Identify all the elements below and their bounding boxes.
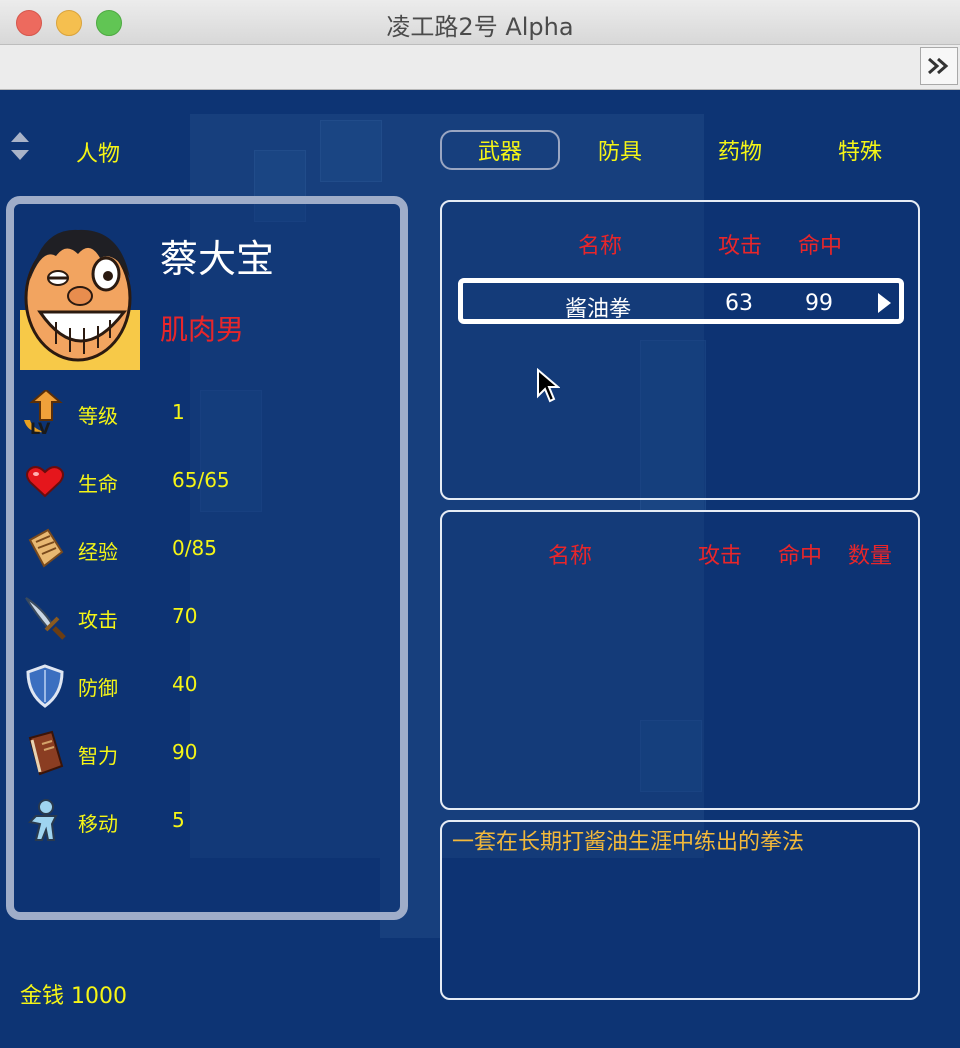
money-display: 金钱 1000: [20, 984, 127, 1009]
stat-defense: 防御 40: [20, 660, 380, 712]
tab-person[interactable]: 人物: [76, 136, 120, 168]
level-up-icon: LV: [24, 390, 63, 436]
stat-value: 65/65: [172, 468, 230, 492]
map-tile: [320, 120, 382, 182]
sort-arrows-icon[interactable]: [10, 130, 30, 162]
weapon-name: 酱油拳: [565, 297, 632, 322]
shield-icon: [26, 664, 64, 708]
description-panel: 一套在长期打酱油生涯中练出的拳法: [440, 820, 920, 1000]
arrow-right-icon[interactable]: [878, 293, 891, 313]
tab-medicine[interactable]: 药物: [680, 130, 800, 170]
column-header-name: 名称: [548, 544, 593, 569]
tab-weapons[interactable]: 武器: [440, 130, 560, 170]
column-header-name: 名称: [578, 234, 623, 259]
game-canvas: 人物 武器 防具 药物 特殊 蔡大宝 肌肉男 LV 等级 1 生命 65/65 …: [0, 90, 960, 1048]
stat-value: 70: [172, 604, 198, 628]
stat-value: 1: [172, 400, 185, 424]
toolbar-overflow-button[interactable]: [920, 47, 958, 85]
sword-icon: [25, 597, 66, 640]
weapon-hit: 99: [805, 291, 833, 316]
stat-value: 90: [172, 740, 198, 764]
walking-person-icon: [27, 799, 58, 841]
character-class: 肌肉男: [160, 313, 245, 346]
stat-intelligence: 智力 90: [20, 728, 380, 780]
column-header-attack: 攻击: [718, 234, 763, 259]
stat-label: 经验: [78, 540, 118, 564]
stat-hp: 生命 65/65: [20, 456, 380, 508]
heart-icon: [26, 466, 64, 498]
character-portrait: [20, 229, 140, 370]
column-header-count: 数量: [848, 544, 893, 569]
stat-label: 智力: [78, 744, 118, 768]
svg-text:LV: LV: [30, 419, 51, 436]
equipped-weapon-row[interactable]: 酱油拳 63 99: [458, 278, 904, 324]
stat-exp: 经验 0/85: [20, 524, 380, 576]
column-header-attack: 攻击: [698, 544, 743, 569]
stat-attack: 攻击 70: [20, 592, 380, 644]
item-description: 一套在长期打酱油生涯中练出的拳法: [452, 830, 805, 855]
stat-value: 0/85: [172, 536, 217, 560]
window-title: 凌工路2号 Alpha: [386, 13, 574, 41]
stat-label: 生命: [78, 472, 118, 496]
inventory-panel: 名称 攻击 命中 数量: [440, 510, 920, 810]
stat-level: LV 等级 1: [20, 388, 380, 440]
stat-label: 防御: [78, 676, 118, 700]
title-bar: 凌工路2号 Alpha: [0, 0, 960, 45]
book-icon: [28, 730, 64, 776]
weapon-attack: 63: [725, 291, 753, 316]
toolbar: [0, 45, 960, 90]
column-header-hit: 命中: [798, 234, 843, 259]
stat-value: 5: [172, 808, 185, 832]
stat-label: 移动: [78, 812, 118, 836]
scroll-icon: [28, 528, 64, 568]
stat-value: 40: [172, 672, 198, 696]
equipped-weapon-panel: 名称 攻击 命中 酱油拳 63 99: [440, 200, 920, 500]
tab-special[interactable]: 特殊: [800, 130, 920, 170]
character-name: 蔡大宝: [160, 237, 275, 281]
column-header-hit: 命中: [778, 544, 823, 569]
tab-armor[interactable]: 防具: [560, 130, 680, 170]
stat-move: 移动 5: [20, 796, 380, 848]
double-chevron-right-icon: [928, 57, 949, 75]
stat-label: 攻击: [78, 608, 118, 632]
mouse-cursor-icon: [537, 368, 560, 403]
stat-label: 等级: [78, 404, 118, 428]
